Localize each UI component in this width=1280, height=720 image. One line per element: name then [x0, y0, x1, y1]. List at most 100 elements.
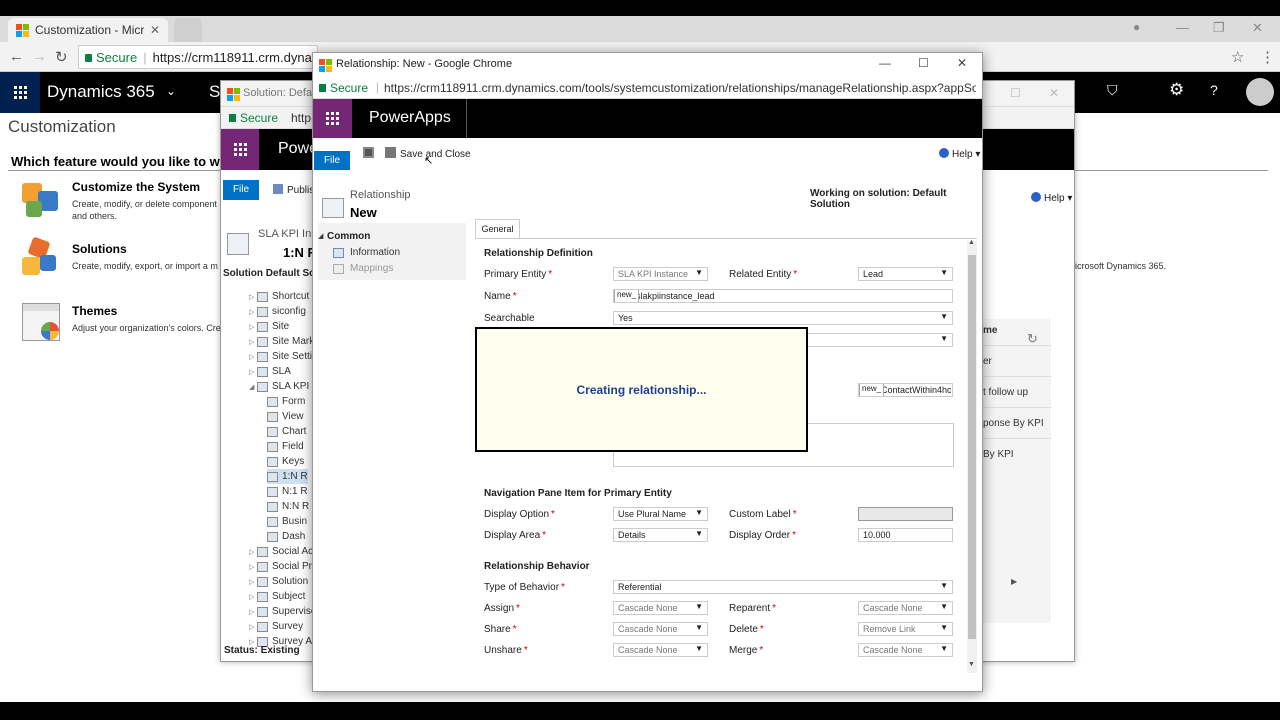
help-question-icon[interactable]: ? — [1210, 82, 1218, 98]
solution-close-icon[interactable]: ✕ — [1049, 86, 1059, 100]
d365-app-launcher[interactable] — [0, 72, 40, 113]
solution-publish-button[interactable]: Publis — [273, 184, 314, 196]
tree-item[interactable]: N:1 R — [267, 484, 308, 499]
tree-item[interactable]: ◢ SLA KPI In — [249, 379, 315, 394]
tree-expand-icon[interactable]: ▷ — [249, 353, 257, 361]
close-window-icon[interactable]: ✕ — [1252, 20, 1263, 36]
nav-collapse-icon[interactable]: ◢ — [318, 232, 323, 240]
relationship-close-icon[interactable]: ✕ — [957, 56, 967, 70]
tree-item[interactable]: ▷ siconfig — [249, 304, 306, 319]
tree-item[interactable]: ▷ Social Ac — [249, 544, 313, 559]
d365-app-name[interactable]: Dynamics 365 — [47, 82, 155, 102]
delete-select[interactable]: Remove Link ▼ — [858, 622, 953, 636]
scroll-right-arrow-icon[interactable]: ▶ — [1011, 577, 1017, 586]
tree-item[interactable]: Busin — [267, 514, 307, 529]
feature-title-themes[interactable]: Themes — [72, 304, 117, 318]
reparent-select[interactable]: Cascade None ▼ — [858, 601, 953, 615]
app-chevron-down-icon[interactable]: ⌄ — [166, 84, 176, 98]
form-scrollbar[interactable]: ▲ ▼ — [967, 239, 977, 673]
main-address-bar[interactable]: Secure | https://crm118911.crm.dynamics — [78, 45, 318, 69]
scroll-down-arrow-icon[interactable]: ▼ — [968, 661, 975, 668]
tree-item[interactable]: ▷ Site — [249, 319, 289, 334]
tree-item[interactable]: Dash — [267, 529, 305, 544]
feature-title-customize[interactable]: Customize the System — [72, 180, 200, 194]
relationship-launcher[interactable] — [313, 99, 352, 138]
solution-launcher[interactable] — [221, 129, 259, 170]
related-entity-select[interactable]: Lead ▼ — [858, 267, 953, 281]
tree-expand-icon[interactable]: ▷ — [249, 323, 257, 331]
tree-item[interactable]: Field — [267, 439, 304, 454]
tab-close-icon[interactable]: ✕ — [150, 23, 160, 37]
tree-item[interactable]: 1:N R — [267, 469, 308, 484]
custom-label-input[interactable] — [858, 507, 953, 521]
user-avatar[interactable] — [1246, 78, 1274, 106]
feature-title-solutions[interactable]: Solutions — [72, 242, 127, 256]
tree-item[interactable]: Keys — [267, 454, 304, 469]
tree-expand-icon[interactable]: ▷ — [249, 338, 257, 346]
lookup-field-input[interactable]: new_ ContactWithin4hc — [858, 383, 953, 397]
display-order-input[interactable]: 10.000 — [858, 528, 953, 542]
tree-item[interactable]: View — [267, 409, 304, 424]
display-area-select[interactable]: Details ▼ — [613, 528, 708, 542]
share-select[interactable]: Cascade None ▼ — [613, 622, 708, 636]
right-list-item[interactable]: t follow up — [983, 387, 1028, 398]
relationship-help-button[interactable]: Help ▾ — [939, 148, 980, 160]
relationship-file-button[interactable]: File — [314, 151, 350, 170]
tree-item[interactable]: N:N R — [267, 499, 309, 514]
scroll-up-arrow-icon[interactable]: ▲ — [968, 239, 975, 246]
minimize-icon[interactable]: — — [1176, 20, 1189, 35]
scroll-thumb[interactable] — [968, 255, 976, 639]
tree-item[interactable]: Chart — [267, 424, 306, 439]
d365-area[interactable]: S — [209, 82, 220, 102]
tree-item[interactable]: ▷ Shortcut — [249, 289, 309, 304]
tree-item[interactable]: ▷ Survey — [249, 619, 303, 634]
tree-item[interactable]: ▷ Subject — [249, 589, 305, 604]
tree-item[interactable]: ▷ Social Pro — [249, 559, 315, 574]
solution-restore-icon[interactable]: ☐ — [1010, 86, 1021, 100]
tree-item[interactable]: ▷ SLA — [249, 364, 291, 379]
tree-item[interactable]: ▷ Supervisc — [249, 604, 315, 619]
solution-url[interactable]: http — [291, 111, 311, 125]
new-tab-button[interactable] — [174, 18, 202, 42]
tree-expand-icon[interactable]: ▷ — [249, 623, 257, 631]
profile-icon[interactable]: ● — [1133, 20, 1140, 34]
tree-collapse-icon[interactable]: ◢ — [249, 383, 257, 391]
right-list-item[interactable]: ponse By KPI — [983, 418, 1044, 429]
name-input[interactable]: new_ slakpiinstance_lead — [613, 289, 953, 303]
type-behavior-select[interactable]: Referential ▼ — [613, 580, 953, 594]
tree-expand-icon[interactable]: ▷ — [249, 563, 257, 571]
tree-item[interactable]: ▷ Site Mark — [249, 334, 314, 349]
relationship-minimize-icon[interactable]: — — [879, 56, 891, 70]
relationship-url[interactable]: https://crm118911.crm.dynamics.com/tools… — [384, 81, 976, 95]
assign-select[interactable]: Cascade None ▼ — [613, 601, 708, 615]
filter-icon[interactable]: ⛉ — [1107, 82, 1118, 99]
tree-expand-icon[interactable]: ▷ — [249, 593, 257, 601]
bookmark-star-icon[interactable]: ☆ — [1231, 48, 1244, 66]
tree-expand-icon[interactable]: ▷ — [249, 368, 257, 376]
searchable-select[interactable]: Yes ▼ — [613, 311, 953, 325]
tree-expand-icon[interactable]: ▷ — [249, 548, 257, 556]
nav-item-mappings[interactable]: Mappings — [350, 263, 393, 274]
tree-item[interactable]: ▷ Site Setti — [249, 349, 312, 364]
browser-menu-icon[interactable]: ⋮ — [1260, 48, 1275, 66]
reload-icon[interactable]: ↻ — [55, 48, 68, 66]
solution-help-button[interactable]: Help ▾ — [1031, 192, 1072, 204]
right-list-item[interactable]: me — [983, 325, 997, 336]
merge-select[interactable]: Cascade None ▼ — [858, 643, 953, 657]
right-list-item[interactable]: By KPI — [983, 449, 1014, 460]
back-arrow-icon[interactable]: ← — [9, 48, 24, 65]
save-button[interactable] — [363, 147, 374, 161]
tab-general[interactable]: General — [475, 219, 520, 239]
primary-entity-select[interactable]: SLA KPI Instance ▼ — [613, 267, 708, 281]
relationship-maximize-icon[interactable]: ☐ — [918, 56, 929, 70]
solution-file-button[interactable]: File — [223, 180, 259, 200]
tree-expand-icon[interactable]: ▷ — [249, 293, 257, 301]
tree-item[interactable]: Form — [267, 394, 305, 409]
display-option-select[interactable]: Use Plural Name ▼ — [613, 507, 708, 521]
browser-tab-customization[interactable]: Customization - Microsoft ✕ — [8, 18, 168, 42]
tree-item[interactable]: ▷ Solution — [249, 574, 308, 589]
nav-item-information[interactable]: Information — [350, 247, 400, 258]
right-list-item[interactable]: er — [983, 356, 992, 367]
restore-icon[interactable]: ❐ — [1213, 20, 1225, 36]
tree-expand-icon[interactable]: ▷ — [249, 578, 257, 586]
